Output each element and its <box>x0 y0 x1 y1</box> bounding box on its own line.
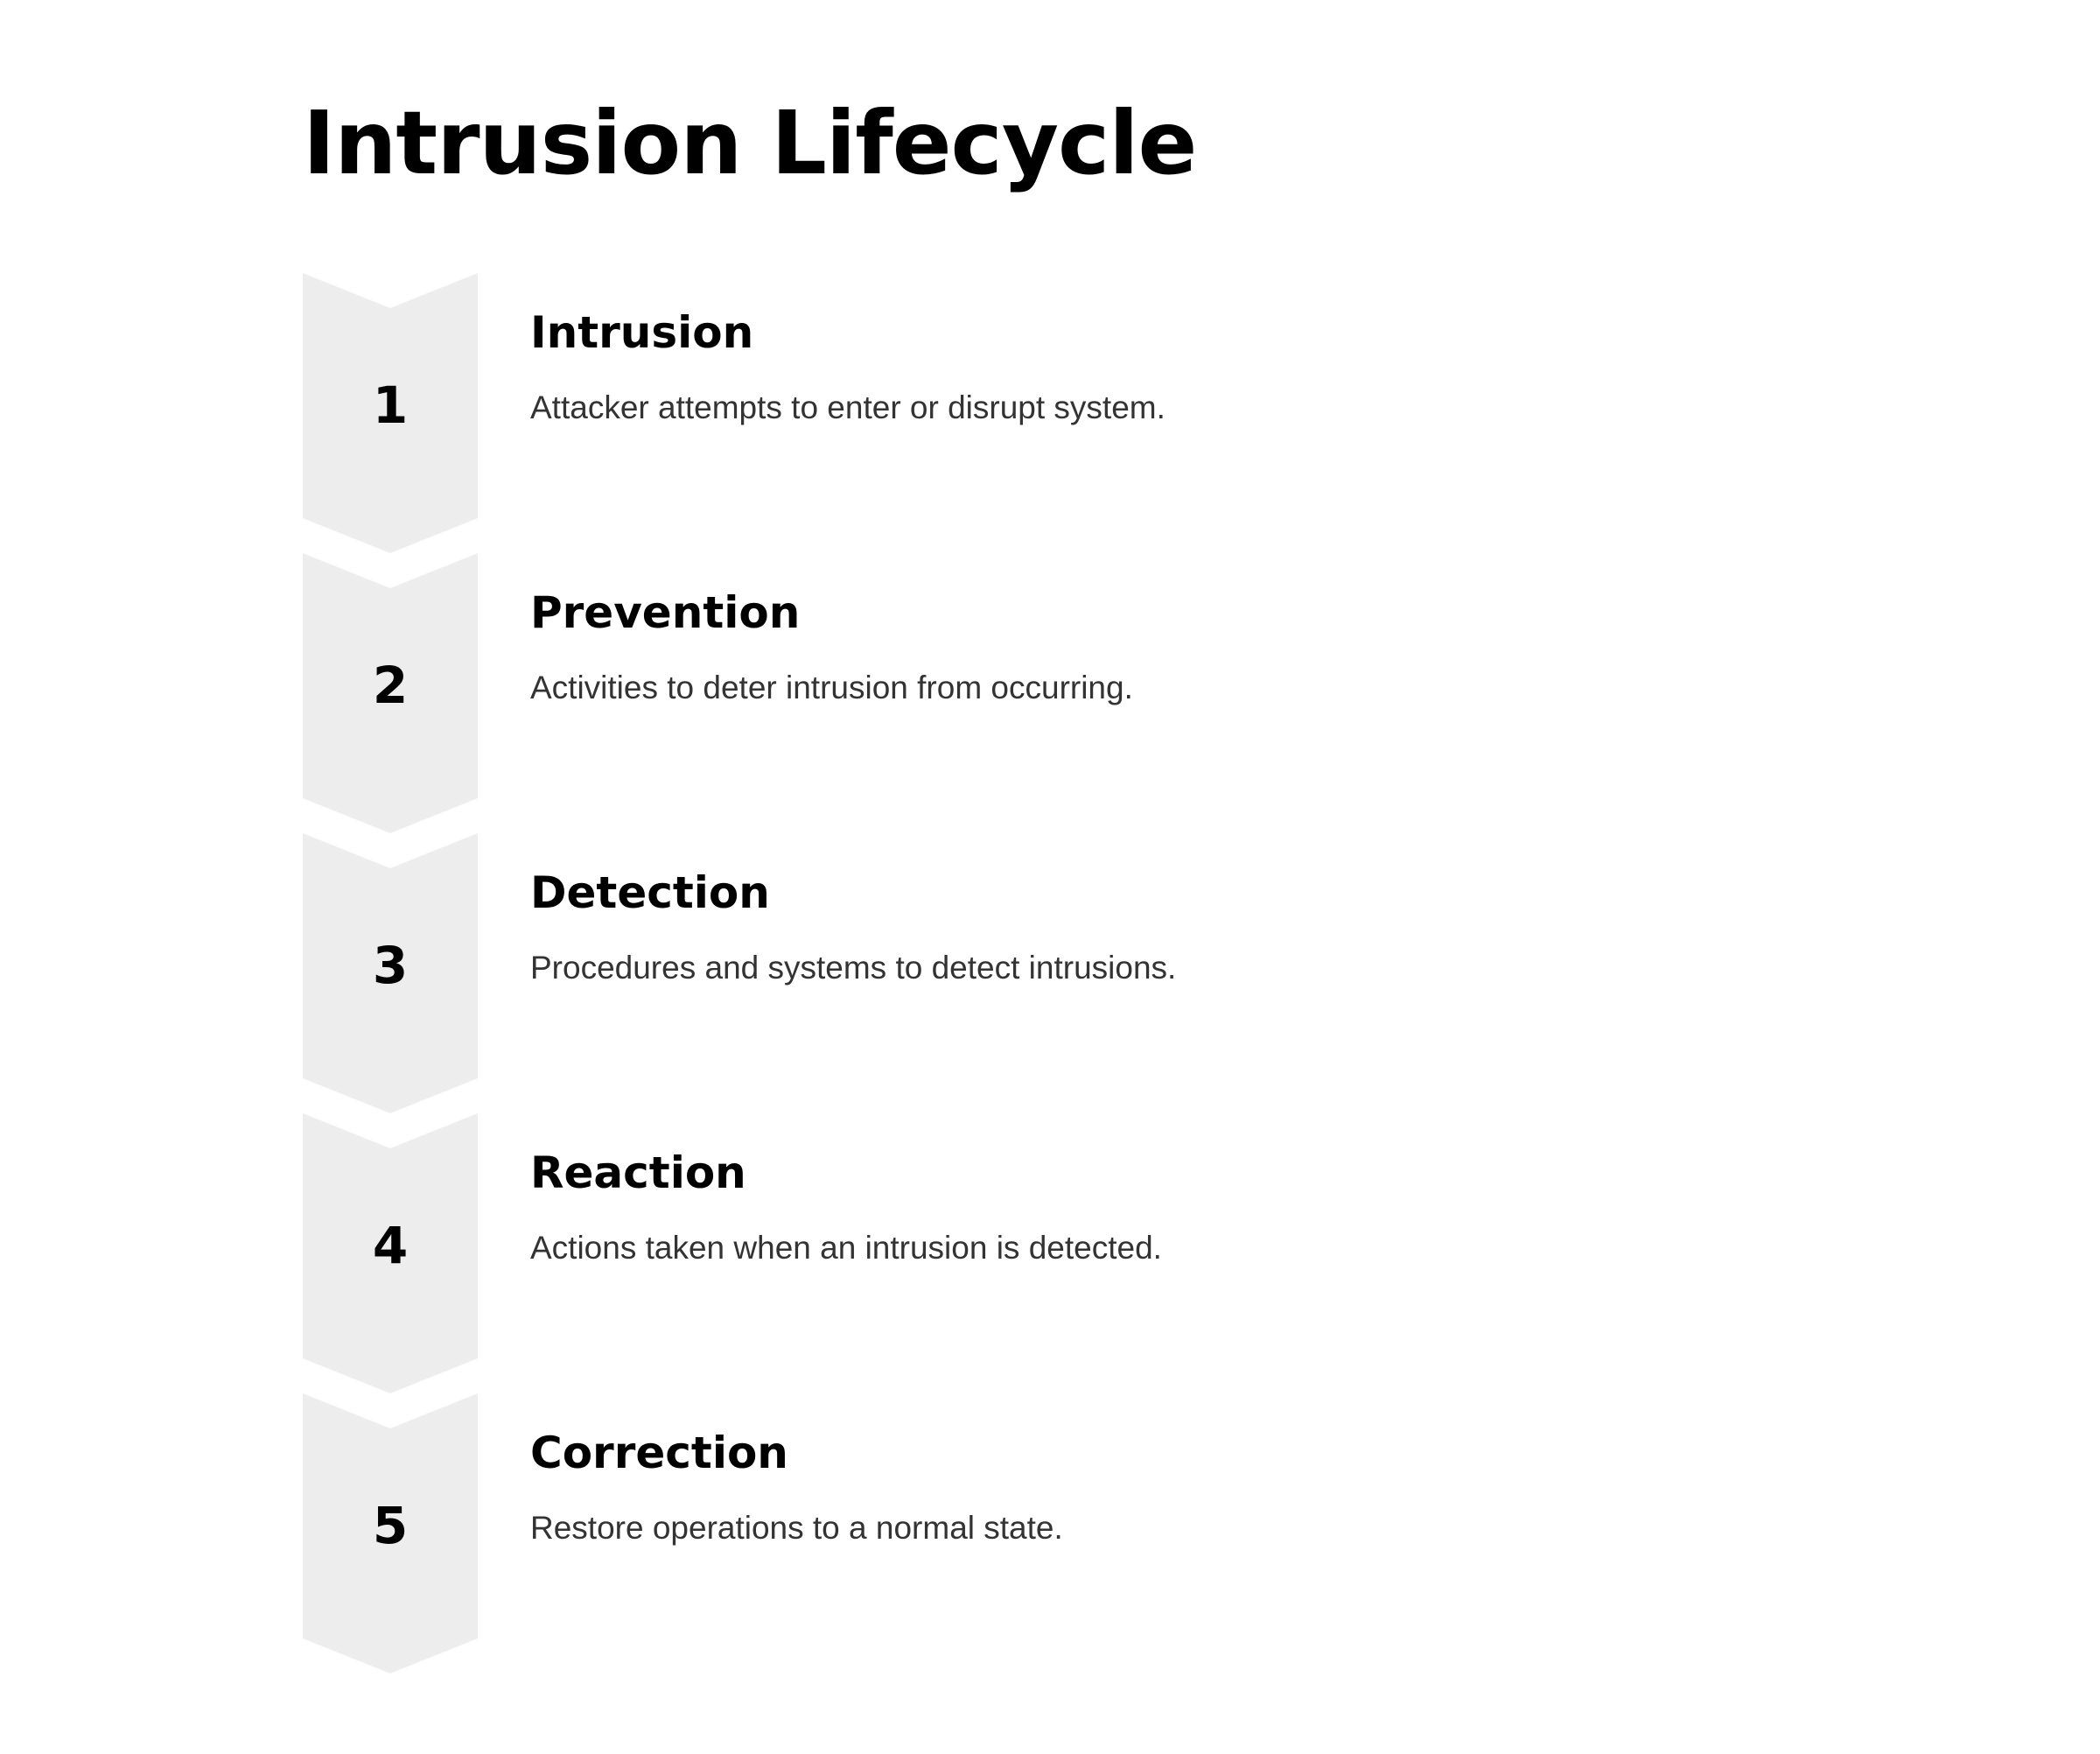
step-number: 5 <box>372 1496 409 1555</box>
lifecycle-step-5: 5 Correction Restore operations to a nor… <box>303 1393 1790 1673</box>
page-title: Intrusion Lifecycle <box>303 92 1197 194</box>
step-description: Activities to deter intrusion from occur… <box>530 670 1133 705</box>
step-title: Detection <box>530 867 770 918</box>
lifecycle-steps: 1 Intrusion Attacker attempts to enter o… <box>303 273 1790 1673</box>
step-title: Reaction <box>530 1147 746 1198</box>
step-number: 2 <box>372 656 409 715</box>
step-number: 1 <box>372 375 409 435</box>
step-description: Restore operations to a normal state. <box>530 1510 1063 1546</box>
lifecycle-step-4: 4 Reaction Actions taken when an intrusi… <box>303 1113 1790 1393</box>
lifecycle-step-1: 1 Intrusion Attacker attempts to enter o… <box>303 273 1790 553</box>
lifecycle-step-2: 2 Prevention Activities to deter intrusi… <box>303 553 1790 833</box>
lifecycle-step-3: 3 Detection Procedures and systems to de… <box>303 833 1790 1113</box>
step-description: Procedures and systems to detect intrusi… <box>530 950 1177 986</box>
step-number: 3 <box>372 936 409 995</box>
step-title: Correction <box>530 1428 788 1478</box>
step-description: Actions taken when an intrusion is detec… <box>530 1230 1162 1266</box>
step-title: Prevention <box>530 587 801 638</box>
step-number: 4 <box>372 1216 409 1275</box>
step-description: Attacker attempts to enter or disrupt sy… <box>530 389 1166 425</box>
step-title: Intrusion <box>530 307 754 358</box>
